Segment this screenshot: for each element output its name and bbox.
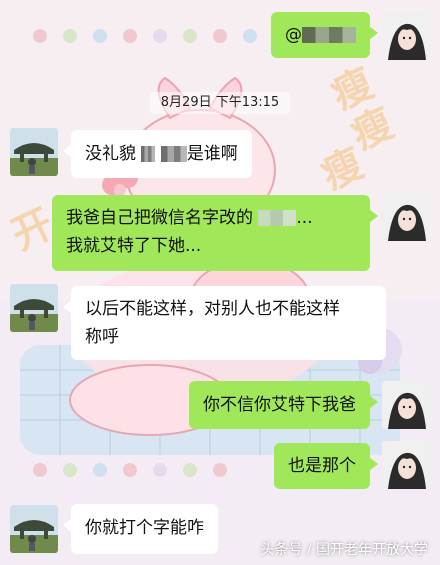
my-avatar[interactable] — [382, 441, 430, 489]
message-text: 是谁啊 — [186, 144, 238, 164]
my-avatar[interactable] — [382, 193, 430, 241]
message-bubble-received[interactable]: 没礼貌 是谁啊 — [63, 130, 252, 178]
contact-avatar[interactable] — [10, 505, 58, 553]
message-text: 没礼貌 — [85, 144, 136, 164]
my-avatar[interactable] — [382, 381, 430, 429]
message-text: 我爸自己把微信名字改的 — [66, 208, 253, 228]
my-avatar[interactable] — [382, 12, 430, 60]
message-bubble-sent[interactable]: @ — [271, 12, 378, 58]
message-text: 你就打个字能咋 — [85, 518, 204, 538]
message-bubble-sent[interactable]: 你不信你艾特下我爸 — [189, 381, 378, 429]
message-text: 以后不能这样，对别人也不能这样 — [85, 299, 340, 319]
message-timestamp: 8月29日 下午13:15 — [150, 92, 290, 114]
message-bubble-received[interactable]: 你就打个字能咋 — [63, 504, 218, 554]
contact-avatar[interactable] — [10, 128, 58, 176]
chat-conversation: @ 8月29日 下午13:15 没礼貌 是谁啊 我爸自己把微信名字改的 ... … — [0, 0, 440, 565]
mosaic-redaction — [141, 146, 156, 162]
message-text: 你不信你艾特下我爸 — [203, 395, 356, 415]
message-text: @ — [285, 25, 302, 45]
mosaic-redaction — [258, 210, 297, 226]
mosaic-redaction — [302, 27, 356, 43]
message-text: 称呼 — [85, 327, 119, 347]
message-text: 也是那个 — [288, 456, 356, 476]
message-text: 我就艾特了下她... — [66, 236, 202, 256]
message-bubble-received[interactable]: 以后不能这样，对别人也不能这样 称呼 — [63, 286, 386, 360]
contact-avatar[interactable] — [10, 284, 58, 332]
message-bubble-sent[interactable]: 我爸自己把微信名字改的 ... 我就艾特了下她... — [52, 195, 378, 271]
message-bubble-sent[interactable]: 也是那个 — [274, 443, 378, 489]
mosaic-redaction — [160, 146, 187, 162]
source-watermark: 头条号 / 国开老年开放大学 — [260, 542, 428, 558]
message-text: ... — [296, 208, 313, 228]
